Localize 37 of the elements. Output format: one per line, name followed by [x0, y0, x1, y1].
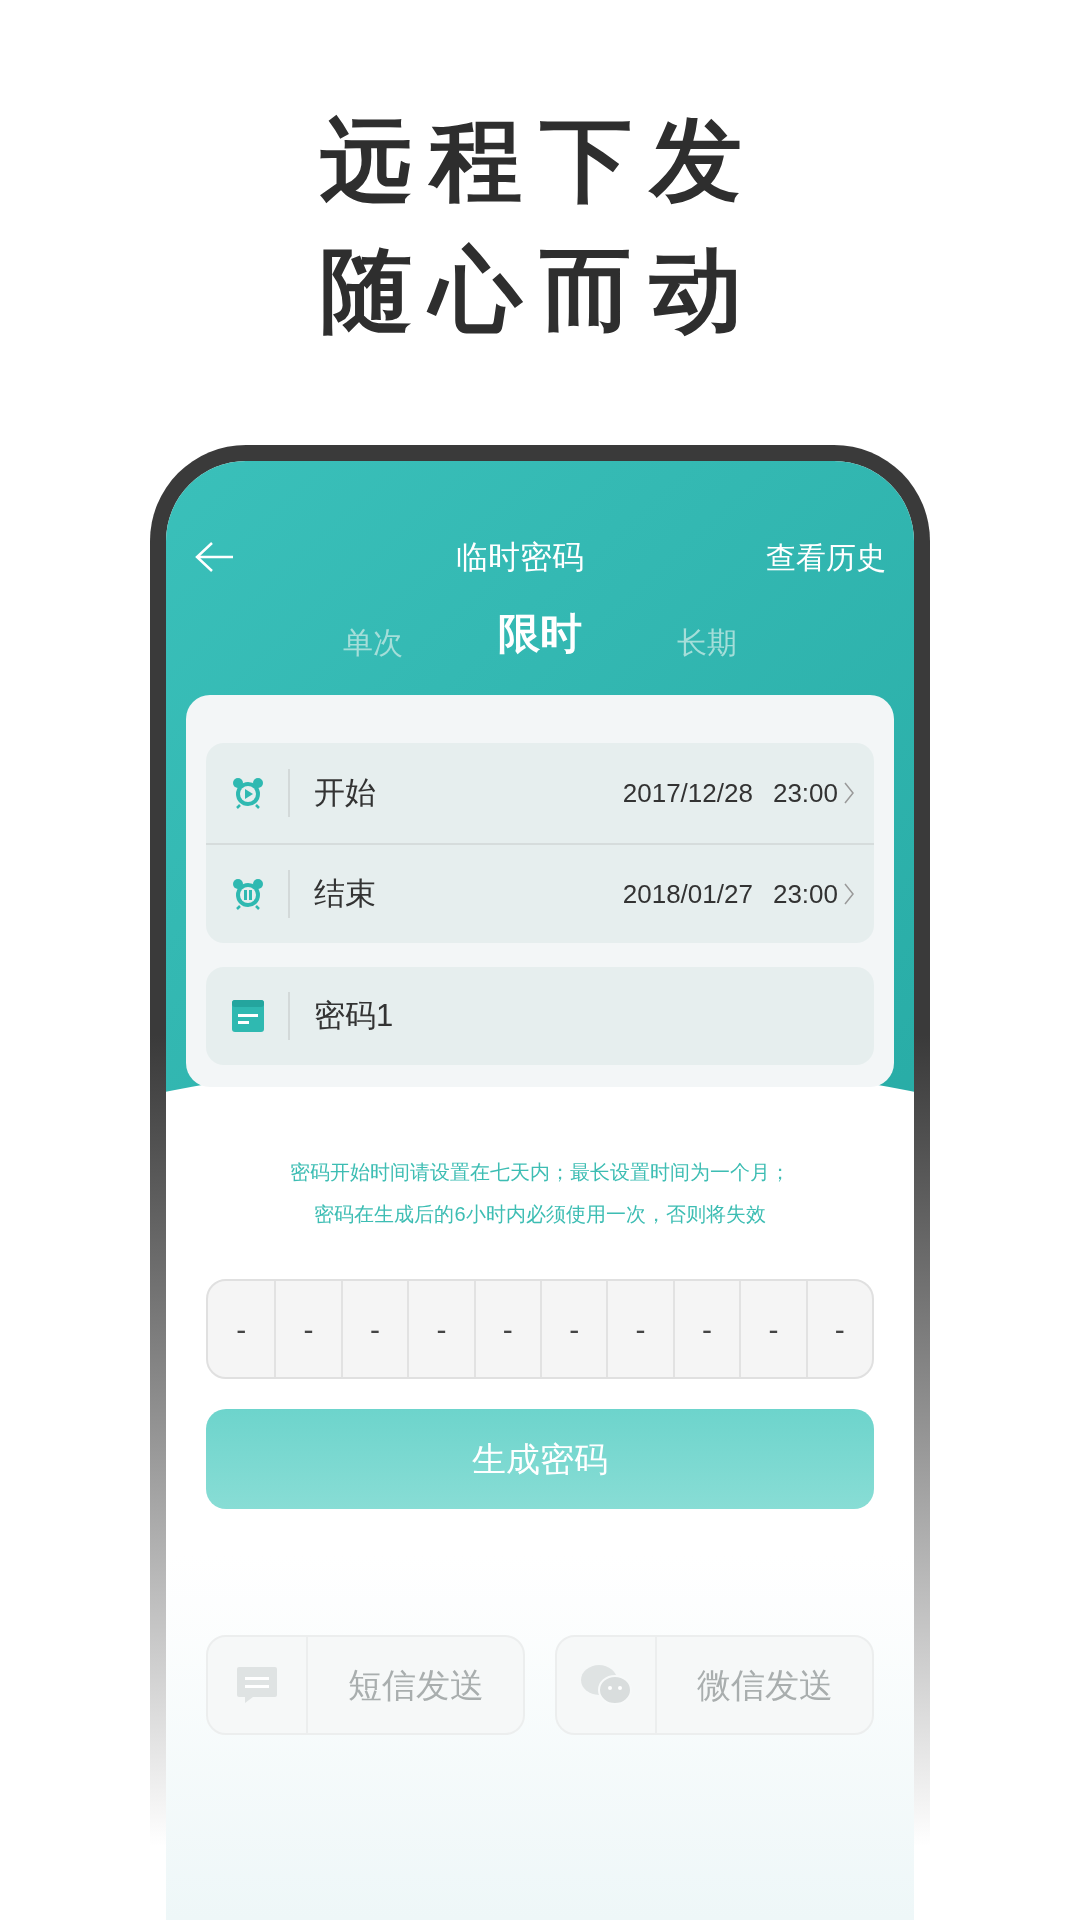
page-title: 临时密码 [456, 538, 584, 577]
alarm-clock-pause-icon [232, 878, 264, 910]
date-value: 2017/12/28 [622, 776, 753, 810]
code-digit: - [502, 1311, 513, 1348]
hint-text: 密码开始时间请设置在七天内；最长设置时间为一个月； [290, 1160, 790, 1185]
tab[interactable]: 长期 [677, 620, 737, 665]
password-name-field[interactable]: 密码1 [206, 967, 874, 1065]
code-digit: - [436, 1311, 447, 1348]
time-value: 23:00 [772, 877, 838, 911]
tab[interactable]: 单次 [343, 620, 403, 665]
view-history-link[interactable]: 查看历史 [766, 534, 886, 580]
date-value: 2018/01/27 [622, 877, 753, 911]
generate-password-button[interactable]: 生成密码 [206, 1409, 874, 1509]
alarm-clock-play-icon [232, 777, 264, 809]
code-digit: - [370, 1311, 380, 1348]
code-digit: - [569, 1311, 580, 1348]
tab[interactable]: 限时 [498, 602, 582, 665]
chevron-right-icon [844, 883, 854, 905]
code-digit: - [768, 1311, 779, 1348]
code-digit: - [635, 1311, 646, 1348]
note-icon [232, 1000, 264, 1032]
time-value: 23:00 [772, 776, 838, 810]
chevron-right-icon [844, 782, 854, 804]
code-digit: - [834, 1311, 845, 1348]
time-label: 开始 [314, 773, 376, 812]
headline: 随心而动 [320, 238, 760, 343]
hint-text: 密码在生成后的6小时内必须使用一次，否则将失效 [314, 1202, 766, 1227]
password-name-value: 密码1 [314, 996, 394, 1035]
code-digit: - [236, 1311, 247, 1348]
headline: 远程下发 [320, 108, 760, 213]
time-label: 结束 [314, 874, 376, 913]
time-row[interactable]: 开始 2017/12/28 23:00 [206, 743, 874, 843]
back-arrow-icon[interactable] [194, 541, 234, 573]
time-row[interactable]: 结束 2018/01/27 23:00 [206, 843, 874, 943]
code-digit: - [303, 1311, 314, 1348]
chat-bubble-icon [235, 1665, 279, 1705]
code-digit: - [702, 1311, 712, 1348]
